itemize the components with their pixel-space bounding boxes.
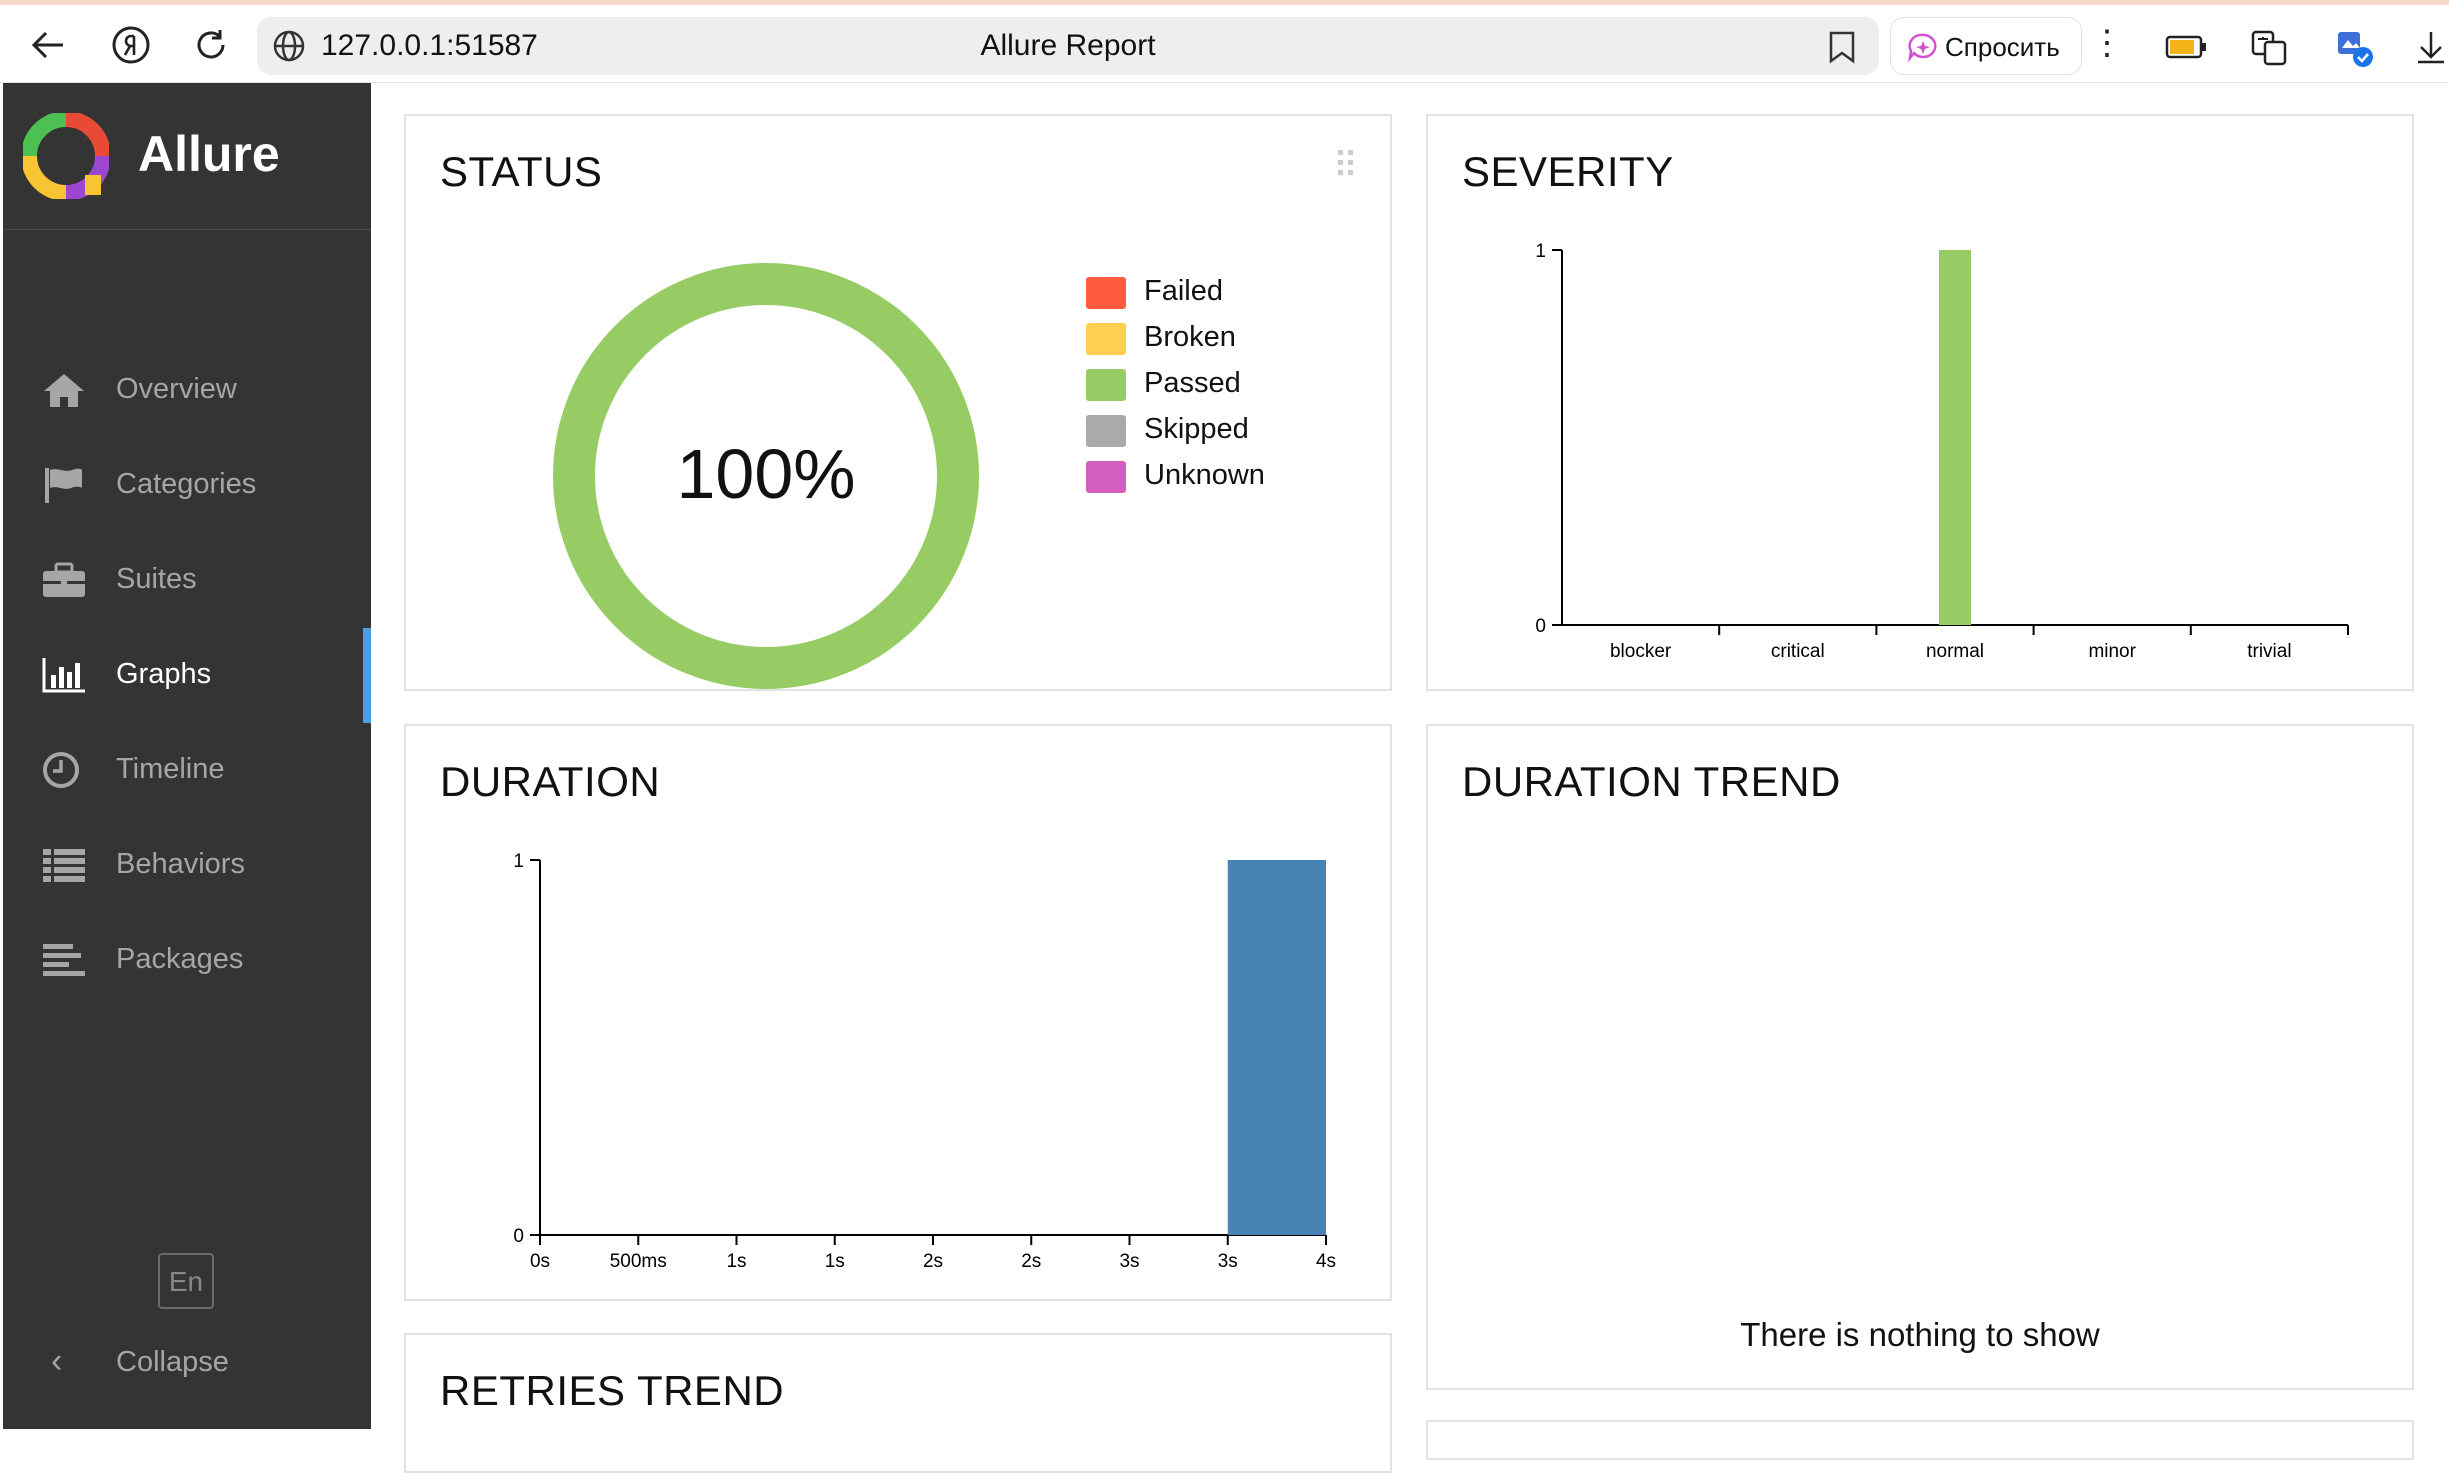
severity-bar-chart: 0 1 blocker critical normal minor trivial <box>1535 241 2349 662</box>
battery-icon[interactable] <box>2165 35 2207 59</box>
sidebar-item-label: Packages <box>116 943 244 975</box>
sidebar-item-label: Categories <box>116 468 257 500</box>
x-tick-label: 3s <box>1218 1251 1238 1272</box>
align-left-icon <box>43 944 85 976</box>
sidebar-item-label: Suites <box>116 563 197 595</box>
legend-swatch <box>1086 323 1126 355</box>
severity-widget: SEVERITY 0 1 blocker critical normal minor tri… <box>1426 114 2414 691</box>
x-tick-label: blocker <box>1610 641 1672 662</box>
download-icon[interactable] <box>2415 29 2447 65</box>
browser-toolbar: 127.0.0.1:51587 Allure Report Спросить ⋮ <box>0 5 2449 83</box>
back-icon[interactable] <box>22 19 74 71</box>
duration-widget: DURATION 0 1 0s 500ms 1s 1s 2s 2s 3s 3s 4s <box>404 724 1392 1301</box>
legend-swatch <box>1086 277 1126 309</box>
page-title: Allure Report <box>980 29 1156 62</box>
bookmark-icon[interactable] <box>1827 30 1857 64</box>
clock-icon <box>43 752 79 788</box>
sidebar-item-label: Overview <box>116 373 237 405</box>
widget-title: RETRIES TREND <box>440 1367 785 1414</box>
x-tick-label: 2s <box>923 1251 943 1272</box>
ai-chat-icon <box>1908 33 1937 62</box>
legend-label: Broken <box>1144 321 1236 353</box>
ask-button-label: Спросить <box>1945 32 2060 62</box>
x-tick-label: 0s <box>530 1251 550 1272</box>
home-icon <box>44 374 84 407</box>
x-tick-label: 500ms <box>610 1251 667 1272</box>
list-icon <box>43 849 85 882</box>
x-tick-label: minor <box>2088 641 2136 662</box>
sidebar-item-timeline[interactable]: Timeline <box>3 723 371 818</box>
y-tick-label: 0 <box>513 1226 524 1247</box>
x-tick-label: trivial <box>2247 641 2291 662</box>
y-tick-label: 0 <box>1535 616 1546 637</box>
legend-swatch <box>1086 461 1126 493</box>
sidebar-item-packages[interactable]: Packages <box>3 913 371 1008</box>
x-tick-label: 4s <box>1316 1251 1336 1272</box>
empty-message: There is nothing to show <box>1740 1316 2100 1353</box>
yandex-icon[interactable] <box>105 19 157 71</box>
collapse-label: Collapse <box>116 1346 229 1378</box>
translate-icon[interactable] <box>2250 29 2288 67</box>
duration-trend-widget: DURATION TREND There is nothing to show <box>1426 724 2414 1390</box>
bar-chart-icon <box>42 658 85 693</box>
legend-swatch <box>1086 369 1126 401</box>
address-bar[interactable]: 127.0.0.1:51587 Allure Report <box>257 17 1879 75</box>
sidebar: Allure Overview Categories Suites Graphs… <box>3 83 371 1429</box>
retries-trend-widget: RETRIES TREND <box>404 1333 1392 1473</box>
allure-logo-icon <box>23 113 109 199</box>
x-tick-label: 2s <box>1021 1251 1041 1272</box>
brand-name: Allure <box>138 126 280 182</box>
x-tick-label: 1s <box>726 1251 746 1272</box>
flag-icon <box>45 468 82 503</box>
next-widget-edge <box>1426 1420 2414 1460</box>
duration-bar[interactable] <box>1227 860 1326 1235</box>
legend-label: Unknown <box>1144 459 1265 491</box>
x-tick-label: normal <box>1926 641 1984 662</box>
legend-label: Passed <box>1144 367 1241 399</box>
briefcase-icon <box>43 562 85 597</box>
more-options-icon[interactable]: ⋮ <box>2090 23 2124 63</box>
severity-bar-normal[interactable] <box>1939 250 1971 625</box>
logo[interactable]: Allure <box>3 83 371 230</box>
status-donut-chart: 100% <box>553 263 979 689</box>
sidebar-item-categories[interactable]: Categories <box>3 438 371 533</box>
sidebar-item-label: Behaviors <box>116 848 245 880</box>
duration-histogram: 0 1 0s 500ms 1s 1s 2s 2s 3s 3s 4s <box>513 851 1336 1272</box>
status-widget: STATUS 100% Failed Broken Passed Skipped… <box>404 114 1392 691</box>
sidebar-item-label: Graphs <box>116 658 212 690</box>
drag-handle-icon[interactable] <box>1338 150 1354 176</box>
widget-title: DURATION TREND <box>1462 758 1841 805</box>
legend-label: Skipped <box>1144 413 1249 445</box>
legend-label: Failed <box>1144 275 1223 307</box>
sidebar-item-suites[interactable]: Suites <box>3 533 371 628</box>
x-tick-label: 3s <box>1119 1251 1139 1272</box>
chevron-left-icon: ‹ <box>51 1342 63 1380</box>
y-tick-label: 1 <box>513 851 524 872</box>
sidebar-item-graphs[interactable]: Graphs <box>3 628 371 723</box>
collapse-button[interactable]: ‹ Collapse <box>3 1328 371 1398</box>
reload-icon[interactable] <box>185 19 237 71</box>
language-switcher[interactable]: En <box>158 1253 214 1309</box>
sidebar-item-overview[interactable]: Overview <box>3 343 371 438</box>
widget-title: STATUS <box>440 148 603 195</box>
sidebar-item-label: Timeline <box>116 753 225 785</box>
extension-icon[interactable] <box>2335 29 2375 69</box>
x-tick-label: critical <box>1771 641 1825 662</box>
ask-button[interactable]: Спросить <box>1890 17 2082 75</box>
x-tick-label: 1s <box>825 1251 845 1272</box>
y-tick-label: 1 <box>1535 241 1546 262</box>
legend-swatch <box>1086 415 1126 447</box>
status-percent-label: 100% <box>676 435 855 513</box>
sidebar-item-behaviors[interactable]: Behaviors <box>3 818 371 913</box>
